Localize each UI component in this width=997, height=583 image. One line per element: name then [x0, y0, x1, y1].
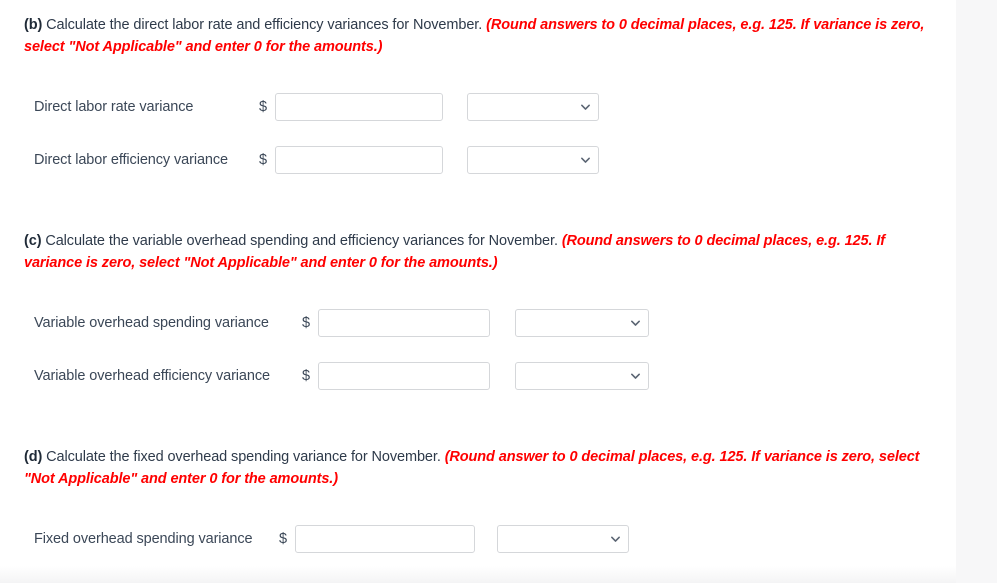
select-wrapper-variable-overhead-spending-variance: FavorableUnfavorableNot Applicable	[515, 309, 650, 337]
currency-symbol: $	[259, 152, 268, 168]
row-label-direct-labor-rate-variance: Direct labor rate variance	[34, 99, 194, 115]
page-root: (b) Calculate the direct labor rate and …	[0, 0, 997, 583]
answer-row-direct-labor-rate-variance: Direct labor rate variance $ FavorableUn…	[34, 92, 600, 122]
question-prompt-d: (d) Calculate the fixed overhead spendin…	[24, 446, 934, 490]
question-prompt-c: (c) Calculate the variable overhead spen…	[24, 230, 929, 274]
amount-input-fixed-overhead-spending-variance[interactable]	[295, 525, 476, 553]
page-bottom-strip	[0, 566, 956, 583]
question-prompt-b: (b) Calculate the direct labor rate and …	[24, 14, 929, 58]
select-wrapper-variable-overhead-efficiency-variance: FavorableUnfavorableNot Applicable	[515, 362, 650, 390]
question-label-d: (d)	[24, 449, 43, 465]
currency-symbol: $	[302, 368, 311, 384]
variance-select-variable-overhead-spending-variance[interactable]: FavorableUnfavorableNot Applicable	[515, 309, 650, 337]
currency-symbol: $	[302, 315, 311, 331]
variance-select-fixed-overhead-spending-variance[interactable]: FavorableUnfavorableNot Applicable	[497, 525, 630, 553]
amount-input-direct-labor-rate-variance[interactable]	[275, 93, 444, 121]
amount-input-variable-overhead-spending-variance[interactable]	[318, 309, 491, 337]
question-content-area: (b) Calculate the direct labor rate and …	[0, 0, 956, 583]
question-label-c: (c)	[24, 233, 42, 249]
currency-symbol: $	[279, 531, 288, 547]
question-text-b: Calculate the direct labor rate and effi…	[42, 17, 487, 33]
select-wrapper-fixed-overhead-spending-variance: FavorableUnfavorableNot Applicable	[497, 525, 630, 553]
row-label-fixed-overhead-spending-variance: Fixed overhead spending variance	[34, 531, 253, 547]
select-wrapper-direct-labor-efficiency-variance: FavorableUnfavorableNot Applicable	[467, 146, 600, 174]
question-text-c: Calculate the variable overhead spending…	[41, 233, 562, 249]
answer-row-variable-overhead-spending-variance: Variable overhead spending variance $ Fa…	[34, 308, 650, 338]
variance-select-direct-labor-rate-variance[interactable]: FavorableUnfavorableNot Applicable	[467, 93, 600, 121]
amount-input-direct-labor-efficiency-variance[interactable]	[275, 146, 444, 174]
variance-select-direct-labor-efficiency-variance[interactable]: FavorableUnfavorableNot Applicable	[467, 146, 600, 174]
question-label-b: (b)	[24, 17, 43, 33]
page-right-gutter	[956, 0, 997, 583]
variance-select-variable-overhead-efficiency-variance[interactable]: FavorableUnfavorableNot Applicable	[515, 362, 650, 390]
select-wrapper-direct-labor-rate-variance: FavorableUnfavorableNot Applicable	[467, 93, 600, 121]
question-text-d: Calculate the fixed overhead spending va…	[42, 449, 445, 465]
answer-row-variable-overhead-efficiency-variance: Variable overhead efficiency variance $ …	[34, 361, 650, 391]
row-label-direct-labor-efficiency-variance: Direct labor efficiency variance	[34, 152, 228, 168]
amount-input-variable-overhead-efficiency-variance[interactable]	[318, 362, 491, 390]
row-label-variable-overhead-efficiency-variance: Variable overhead efficiency variance	[34, 368, 270, 384]
answer-row-direct-labor-efficiency-variance: Direct labor efficiency variance $ Favor…	[34, 145, 600, 175]
currency-symbol: $	[259, 99, 268, 115]
row-label-variable-overhead-spending-variance: Variable overhead spending variance	[34, 315, 269, 331]
answer-row-fixed-overhead-spending-variance: Fixed overhead spending variance $ Favor…	[34, 524, 630, 554]
